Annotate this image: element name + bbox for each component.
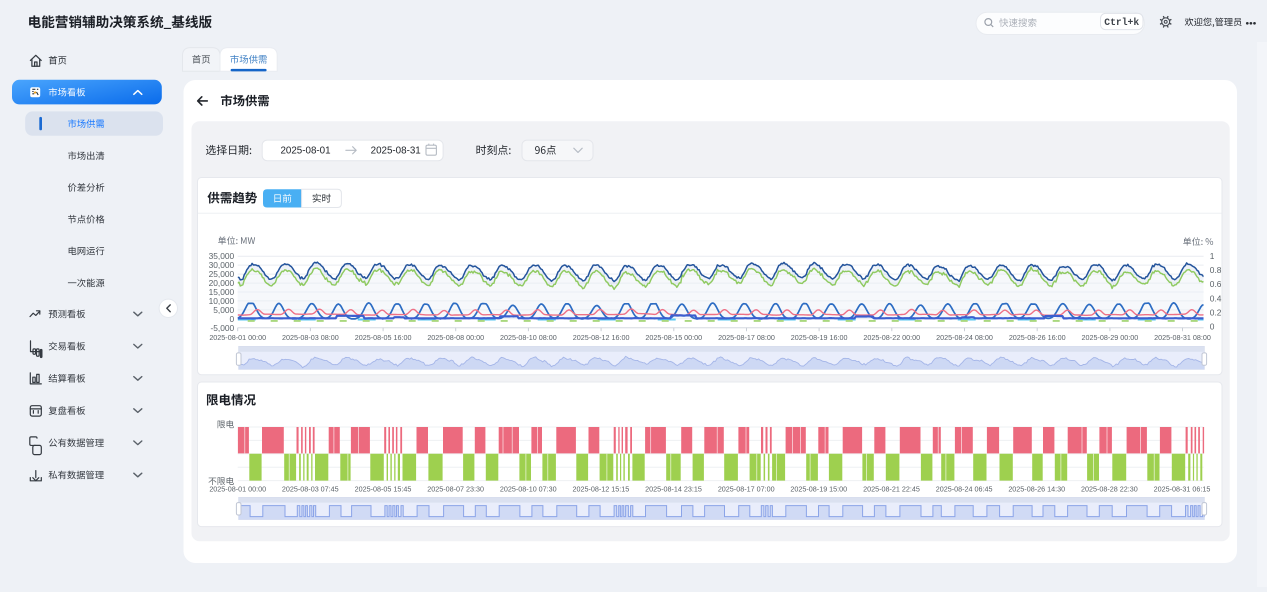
svg-text:2025-08-15 00:00: 2025-08-15 00:00 [645, 333, 702, 342]
svg-text:0.8: 0.8 [1210, 265, 1222, 275]
svg-text:2025-08-21 22:45: 2025-08-21 22:45 [863, 485, 920, 494]
svg-text:2025-08-31 06:15: 2025-08-31 06:15 [1154, 485, 1211, 494]
svg-text:2025-08-01 00:00: 2025-08-01 00:00 [209, 485, 266, 494]
svg-text:2025-08-10 08:00: 2025-08-10 08:00 [500, 333, 557, 342]
svg-text:0.2: 0.2 [1210, 308, 1222, 318]
svg-text:2025-08-10 07:30: 2025-08-10 07:30 [500, 485, 557, 494]
svg-text:0: 0 [1210, 322, 1215, 332]
svg-text:2025-08-12 16:00: 2025-08-12 16:00 [573, 333, 630, 342]
svg-text:2025-08-19 15:00: 2025-08-19 15:00 [790, 485, 847, 494]
svg-text:2025-08-01: 2025-08-01 [280, 146, 330, 157]
svg-text:1: 1 [1210, 251, 1215, 261]
svg-text:2025-08-31: 2025-08-31 [371, 146, 421, 157]
svg-text:2025-08-01 00:00: 2025-08-01 00:00 [209, 333, 266, 342]
svg-text:-5,000: -5,000 [210, 323, 234, 333]
svg-text:2025-08-19 16:00: 2025-08-19 16:00 [791, 333, 848, 342]
svg-text:2025-08-07 23:30: 2025-08-07 23:30 [427, 485, 484, 494]
svg-text:2025-08-08 00:00: 2025-08-08 00:00 [427, 333, 484, 342]
svg-text:2025-08-24 06:45: 2025-08-24 06:45 [936, 485, 993, 494]
svg-text:2025-08-29 00:00: 2025-08-29 00:00 [1082, 333, 1139, 342]
svg-text:2025-08-31 08:00: 2025-08-31 08:00 [1154, 333, 1211, 342]
svg-text:2025-08-12 15:15: 2025-08-12 15:15 [573, 485, 630, 494]
svg-text:0.6: 0.6 [1210, 279, 1222, 289]
svg-text:2025-08-26 14:30: 2025-08-26 14:30 [1008, 485, 1065, 494]
svg-text:0.4: 0.4 [1210, 293, 1222, 303]
svg-text:2025-08-22 00:00: 2025-08-22 00:00 [863, 333, 920, 342]
svg-text:Ctrl+k: Ctrl+k [1104, 17, 1139, 28]
svg-text:2025-08-03 08:00: 2025-08-03 08:00 [282, 333, 339, 342]
svg-text:2025-08-05 15:45: 2025-08-05 15:45 [355, 485, 412, 494]
svg-text:2025-08-14 23:15: 2025-08-14 23:15 [645, 485, 702, 494]
svg-text:2025-08-17 08:00: 2025-08-17 08:00 [718, 333, 775, 342]
svg-text:2025-08-05 16:00: 2025-08-05 16:00 [355, 333, 412, 342]
svg-text:2025-08-03 07:45: 2025-08-03 07:45 [282, 485, 339, 494]
svg-text:2025-08-26 16:00: 2025-08-26 16:00 [1009, 333, 1066, 342]
svg-text:2025-08-17 07:00: 2025-08-17 07:00 [718, 485, 775, 494]
svg-text:2025-08-24 08:00: 2025-08-24 08:00 [936, 333, 993, 342]
svg-text:2025-08-28 22:30: 2025-08-28 22:30 [1081, 485, 1138, 494]
